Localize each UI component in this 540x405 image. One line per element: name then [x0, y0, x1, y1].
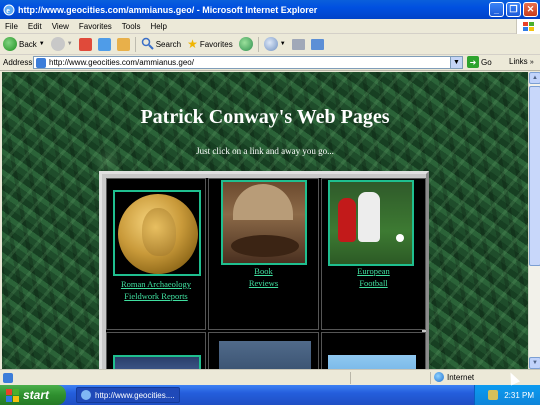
- gallery-image[interactable]: [328, 355, 416, 369]
- history-icon: [263, 37, 278, 51]
- toolbar-divider: [257, 36, 259, 52]
- restore-button[interactable]: ❐: [506, 2, 521, 17]
- back-label: Back: [19, 39, 37, 49]
- system-tray: 2:31 PM: [474, 385, 540, 405]
- taskbar: start http://www.geocities.... 2:31 PM: [0, 385, 540, 405]
- link-roman-archaeology[interactable]: Roman Archaeology Fieldwork Reports: [107, 278, 205, 302]
- refresh-icon: [97, 37, 111, 51]
- window-title: http://www.geocities.com/ammianus.geo/ -…: [18, 4, 318, 15]
- gallery-cell-books: Book Reviews: [208, 178, 319, 330]
- forward-button[interactable]: ▼: [48, 37, 76, 51]
- start-button[interactable]: start: [0, 385, 66, 405]
- forward-arrow-icon: [50, 37, 65, 51]
- links-button[interactable]: Links »: [509, 57, 534, 66]
- toolbar: Back ▼ ▼ Search ★ Favorites ▼: [0, 34, 540, 55]
- gallery-cell-row2-3: [321, 332, 426, 369]
- page-title: Patrick Conway's Web Pages: [140, 106, 390, 128]
- link-gallery: Roman Archaeology Fieldwork Reports Book…: [99, 171, 429, 369]
- link-european-football[interactable]: European Football: [322, 265, 425, 289]
- gallery-cell-archaeology: Roman Archaeology Fieldwork Reports: [106, 178, 206, 330]
- toolbar-divider: [134, 36, 136, 52]
- taskbar-item-ie[interactable]: http://www.geocities....: [76, 387, 180, 403]
- edit-button[interactable]: [308, 38, 327, 50]
- address-bar: Address http://www.geocities.com/ammianu…: [0, 55, 540, 71]
- status-divider: [350, 372, 351, 384]
- page-icon: [36, 57, 46, 68]
- go-arrow-icon: ➜: [467, 56, 479, 68]
- gallery-cell-football: European Football: [321, 178, 426, 330]
- gallery-cell-row2-2: [208, 332, 319, 369]
- history-button[interactable]: ▼: [261, 37, 289, 51]
- address-dropdown-button[interactable]: ▼: [450, 57, 462, 68]
- media-button[interactable]: [236, 37, 256, 51]
- link-book-reviews[interactable]: Book Reviews: [209, 265, 318, 289]
- task-label: http://www.geocities....: [95, 390, 175, 400]
- links-label: Links: [509, 57, 528, 66]
- chevron-right-icon: »: [529, 59, 534, 66]
- windows-logo-icon: [516, 19, 540, 34]
- back-button[interactable]: Back ▼: [0, 37, 48, 51]
- search-icon: [141, 37, 154, 52]
- search-button[interactable]: Search: [138, 37, 184, 52]
- address-input[interactable]: http://www.geocities.com/ammianus.geo/ ▼: [33, 56, 463, 69]
- scroll-thumb[interactable]: [529, 86, 540, 266]
- security-zone: Internet: [434, 372, 474, 382]
- menu-bar: File Edit View Favorites Tools Help: [0, 19, 540, 34]
- mail-icon: [291, 38, 305, 50]
- gallery-cell-row2-1: [106, 332, 206, 369]
- search-label: Search: [155, 39, 182, 49]
- chevron-down-icon: ▼: [38, 41, 45, 47]
- home-button[interactable]: [114, 37, 133, 51]
- stop-icon: [78, 37, 92, 51]
- address-label: Address: [3, 58, 33, 67]
- tray-icon[interactable]: [488, 390, 499, 400]
- go-button[interactable]: ➜ Go: [467, 56, 492, 68]
- globe-icon: [434, 372, 444, 382]
- gallery-image[interactable]: [113, 355, 201, 369]
- clock: 2:31 PM: [504, 390, 534, 400]
- menu-help[interactable]: Help: [145, 22, 171, 31]
- minimize-button[interactable]: _: [489, 2, 504, 17]
- menu-view[interactable]: View: [47, 22, 74, 31]
- status-bar: Internet: [0, 369, 540, 385]
- edit-icon: [310, 38, 324, 50]
- library-image[interactable]: [221, 180, 307, 265]
- start-label: start: [23, 388, 50, 402]
- favorites-label: Favorites: [199, 39, 233, 49]
- roman-coin-image[interactable]: [113, 190, 201, 276]
- stop-button[interactable]: [76, 37, 95, 51]
- mail-button[interactable]: [289, 38, 308, 50]
- ie-icon: e: [3, 4, 15, 16]
- zone-label: Internet: [447, 372, 475, 382]
- menu-file[interactable]: File: [0, 22, 23, 31]
- scroll-up-button[interactable]: ▲: [529, 72, 540, 84]
- menu-edit[interactable]: Edit: [23, 22, 47, 31]
- address-url: http://www.geocities.com/ammianus.geo/: [49, 58, 194, 67]
- menu-tools[interactable]: Tools: [117, 22, 146, 31]
- vertical-scrollbar[interactable]: ▲ ▼: [528, 72, 540, 369]
- chevron-down-icon: ▼: [453, 59, 460, 66]
- ie-icon: [81, 390, 91, 400]
- refresh-button[interactable]: [95, 37, 114, 51]
- status-divider: [430, 372, 431, 384]
- close-button[interactable]: ✕: [523, 2, 538, 17]
- star-icon: ★: [187, 37, 198, 51]
- home-icon: [116, 37, 130, 51]
- scroll-down-button[interactable]: ▼: [529, 357, 540, 369]
- gallery-image[interactable]: [219, 341, 311, 369]
- title-bar: e http://www.geocities.com/ammianus.geo/…: [0, 0, 540, 19]
- back-arrow-icon: [3, 37, 17, 51]
- favorites-button[interactable]: ★ Favorites: [184, 37, 236, 51]
- football-image[interactable]: [328, 180, 414, 266]
- chevron-down-icon: ▼: [66, 41, 73, 47]
- chevron-down-icon: ▼: [279, 41, 286, 47]
- menu-favorites[interactable]: Favorites: [74, 22, 117, 31]
- svg-text:e: e: [6, 6, 10, 15]
- page-status-icon: [3, 372, 13, 383]
- media-icon: [238, 37, 253, 51]
- page-subtitle: Just click on a link and away you go...: [196, 146, 334, 156]
- windows-flag-icon: [6, 388, 19, 402]
- page-viewport: Patrick Conway's Web Pages Just click on…: [2, 72, 528, 369]
- go-label: Go: [481, 57, 492, 67]
